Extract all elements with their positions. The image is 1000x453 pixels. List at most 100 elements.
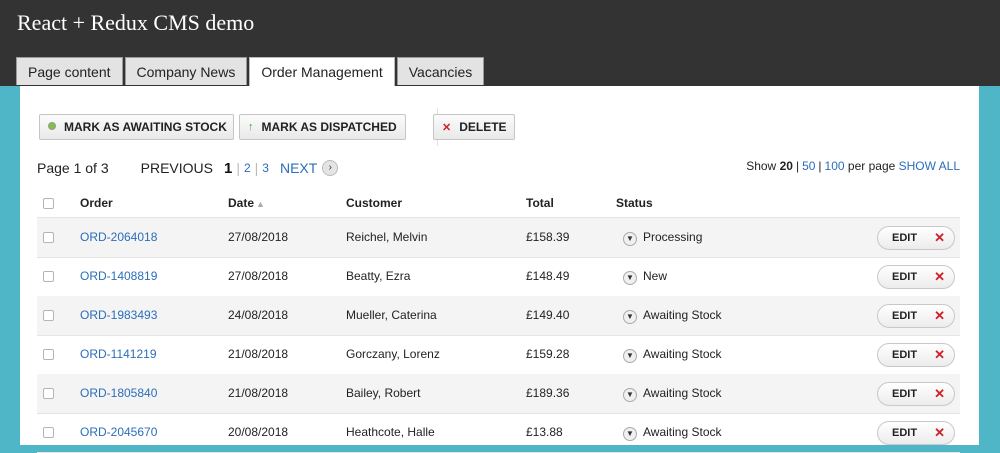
previous-page-button[interactable]: PREVIOUS: [141, 160, 213, 176]
order-date: 21/08/2018: [228, 386, 289, 400]
order-date: 20/08/2018: [228, 425, 289, 439]
show-all-link[interactable]: SHOW ALL: [899, 159, 960, 173]
customer-name: Mueller, Caterina: [346, 308, 437, 322]
order-id-link[interactable]: ORD-1408819: [80, 257, 157, 296]
order-date: 27/08/2018: [228, 230, 289, 244]
main-content: MARK AS AWAITING STOCK ↑ MARK AS DISPATC…: [20, 86, 979, 453]
next-page-button[interactable]: NEXT: [280, 160, 317, 176]
row-checkbox[interactable]: [43, 388, 54, 399]
chevron-down-icon: ▼: [623, 309, 637, 324]
status-select[interactable]: ▼ New: [623, 257, 667, 296]
customer-name: Heathcote, Halle: [346, 425, 435, 439]
order-total: £13.88: [526, 425, 563, 439]
select-all-checkbox[interactable]: [43, 198, 54, 209]
order-id-link[interactable]: ORD-2064018: [80, 218, 157, 257]
app-header: React + Redux CMS demo Page content Comp…: [0, 0, 1000, 87]
row-actions: EDIT ✕: [877, 265, 955, 289]
customer-name: Gorczany, Lorenz: [346, 347, 440, 361]
edit-button[interactable]: EDIT: [892, 427, 917, 439]
status-value: Awaiting Stock: [643, 386, 722, 400]
table-row: ORD-1805840 21/08/2018 Bailey, Robert £189.…: [37, 374, 960, 414]
page-separator: |: [236, 160, 240, 176]
order-id-link[interactable]: ORD-2045670: [80, 413, 157, 452]
order-total: £158.39: [526, 230, 570, 244]
edit-button[interactable]: EDIT: [892, 388, 917, 400]
delete-button[interactable]: ✕ DELETE: [433, 114, 515, 140]
row-checkbox[interactable]: [43, 349, 54, 360]
status-dot-icon: [48, 121, 56, 133]
customer-name: Reichel, Melvin: [346, 230, 428, 244]
page-size-selector: Show 20 | 50 | 100 per page SHOW ALL: [746, 159, 960, 173]
customer-name: Beatty, Ezra: [346, 269, 411, 283]
order-id-link[interactable]: ORD-1983493: [80, 296, 157, 335]
status-value: Awaiting Stock: [643, 425, 722, 439]
order-total: £148.49: [526, 269, 570, 283]
tab-vacancies[interactable]: Vacancies: [396, 57, 485, 85]
delete-row-icon[interactable]: ✕: [934, 425, 945, 441]
arrow-up-icon: ↑: [248, 121, 254, 133]
row-actions: EDIT ✕: [877, 343, 955, 367]
edit-button[interactable]: EDIT: [892, 349, 917, 361]
page-size-20[interactable]: 20: [780, 159, 793, 173]
mark-dispatched-label: MARK AS DISPATCHED: [261, 120, 397, 134]
per-page-label: per page: [847, 159, 896, 173]
edit-button[interactable]: EDIT: [892, 310, 917, 322]
page-2-link[interactable]: 2: [244, 161, 251, 175]
delete-row-icon[interactable]: ✕: [934, 386, 945, 402]
edit-button[interactable]: EDIT: [892, 271, 917, 283]
status-select[interactable]: ▼ Awaiting Stock: [623, 413, 722, 452]
page-1-link[interactable]: 1: [224, 160, 232, 177]
page-3-link[interactable]: 3: [262, 161, 269, 175]
customer-name: Bailey, Robert: [346, 386, 421, 400]
row-actions: EDIT ✕: [877, 304, 955, 328]
page-separator: |: [254, 160, 259, 176]
tab-bar: Page content Company News Order Manageme…: [16, 57, 486, 87]
table-row: ORD-2045670 20/08/2018 Heathcote, Halle £13…: [37, 413, 960, 453]
chevron-right-icon[interactable]: ›: [322, 160, 339, 176]
delete-row-icon[interactable]: ✕: [934, 230, 945, 246]
table-row: ORD-1141219 21/08/2018 Gorczany, Lorenz £15…: [37, 335, 960, 375]
status-value: Awaiting Stock: [643, 308, 722, 322]
table-row: ORD-2064018 27/08/2018 Reichel, Melvin £158…: [37, 218, 960, 258]
chevron-down-icon: ▼: [623, 231, 637, 246]
tab-page-content[interactable]: Page content: [16, 57, 123, 85]
sort-ascending-icon: ▲: [256, 199, 265, 209]
mark-awaiting-stock-button[interactable]: MARK AS AWAITING STOCK: [39, 114, 234, 140]
row-checkbox[interactable]: [43, 271, 54, 282]
tab-company-news[interactable]: Company News: [124, 57, 248, 85]
status-value: Awaiting Stock: [643, 347, 722, 361]
status-value: Processing: [643, 230, 703, 244]
status-select[interactable]: ▼ Awaiting Stock: [623, 335, 722, 374]
row-checkbox[interactable]: [43, 232, 54, 243]
edit-button[interactable]: EDIT: [892, 232, 917, 244]
page-size-50[interactable]: 50: [802, 159, 815, 173]
status-select[interactable]: ▼ Awaiting Stock: [623, 296, 722, 335]
column-header-customer[interactable]: Customer: [346, 189, 402, 217]
column-header-order[interactable]: Order: [80, 189, 113, 217]
column-header-date[interactable]: Date ▲: [228, 189, 265, 218]
status-select[interactable]: ▼ Awaiting Stock: [623, 374, 722, 413]
delete-x-icon: ✕: [442, 121, 452, 134]
column-header-status[interactable]: Status: [616, 189, 653, 217]
delete-row-icon[interactable]: ✕: [934, 269, 945, 285]
tab-order-management[interactable]: Order Management: [249, 57, 395, 87]
delete-row-icon[interactable]: ✕: [934, 347, 945, 363]
order-id-link[interactable]: ORD-1805840: [80, 374, 157, 413]
chevron-down-icon: ▼: [623, 270, 637, 285]
page-size-100[interactable]: 100: [825, 159, 845, 173]
mark-awaiting-stock-label: MARK AS AWAITING STOCK: [64, 120, 227, 134]
order-date: 24/08/2018: [228, 308, 289, 322]
status-select[interactable]: ▼ Processing: [623, 218, 702, 257]
row-actions: EDIT ✕: [877, 382, 955, 406]
order-date: 27/08/2018: [228, 269, 289, 283]
show-label: Show: [746, 159, 777, 173]
page-info: Page 1 of 3: [37, 160, 109, 176]
delete-row-icon[interactable]: ✕: [934, 308, 945, 324]
order-id-link[interactable]: ORD-1141219: [80, 335, 157, 374]
table-header: Order Date ▲ Customer Total Status: [37, 189, 960, 218]
row-checkbox[interactable]: [43, 310, 54, 321]
row-checkbox[interactable]: [43, 427, 54, 438]
column-header-total[interactable]: Total: [526, 189, 554, 217]
mark-dispatched-button[interactable]: ↑ MARK AS DISPATCHED: [239, 114, 406, 140]
status-value: New: [643, 269, 668, 283]
